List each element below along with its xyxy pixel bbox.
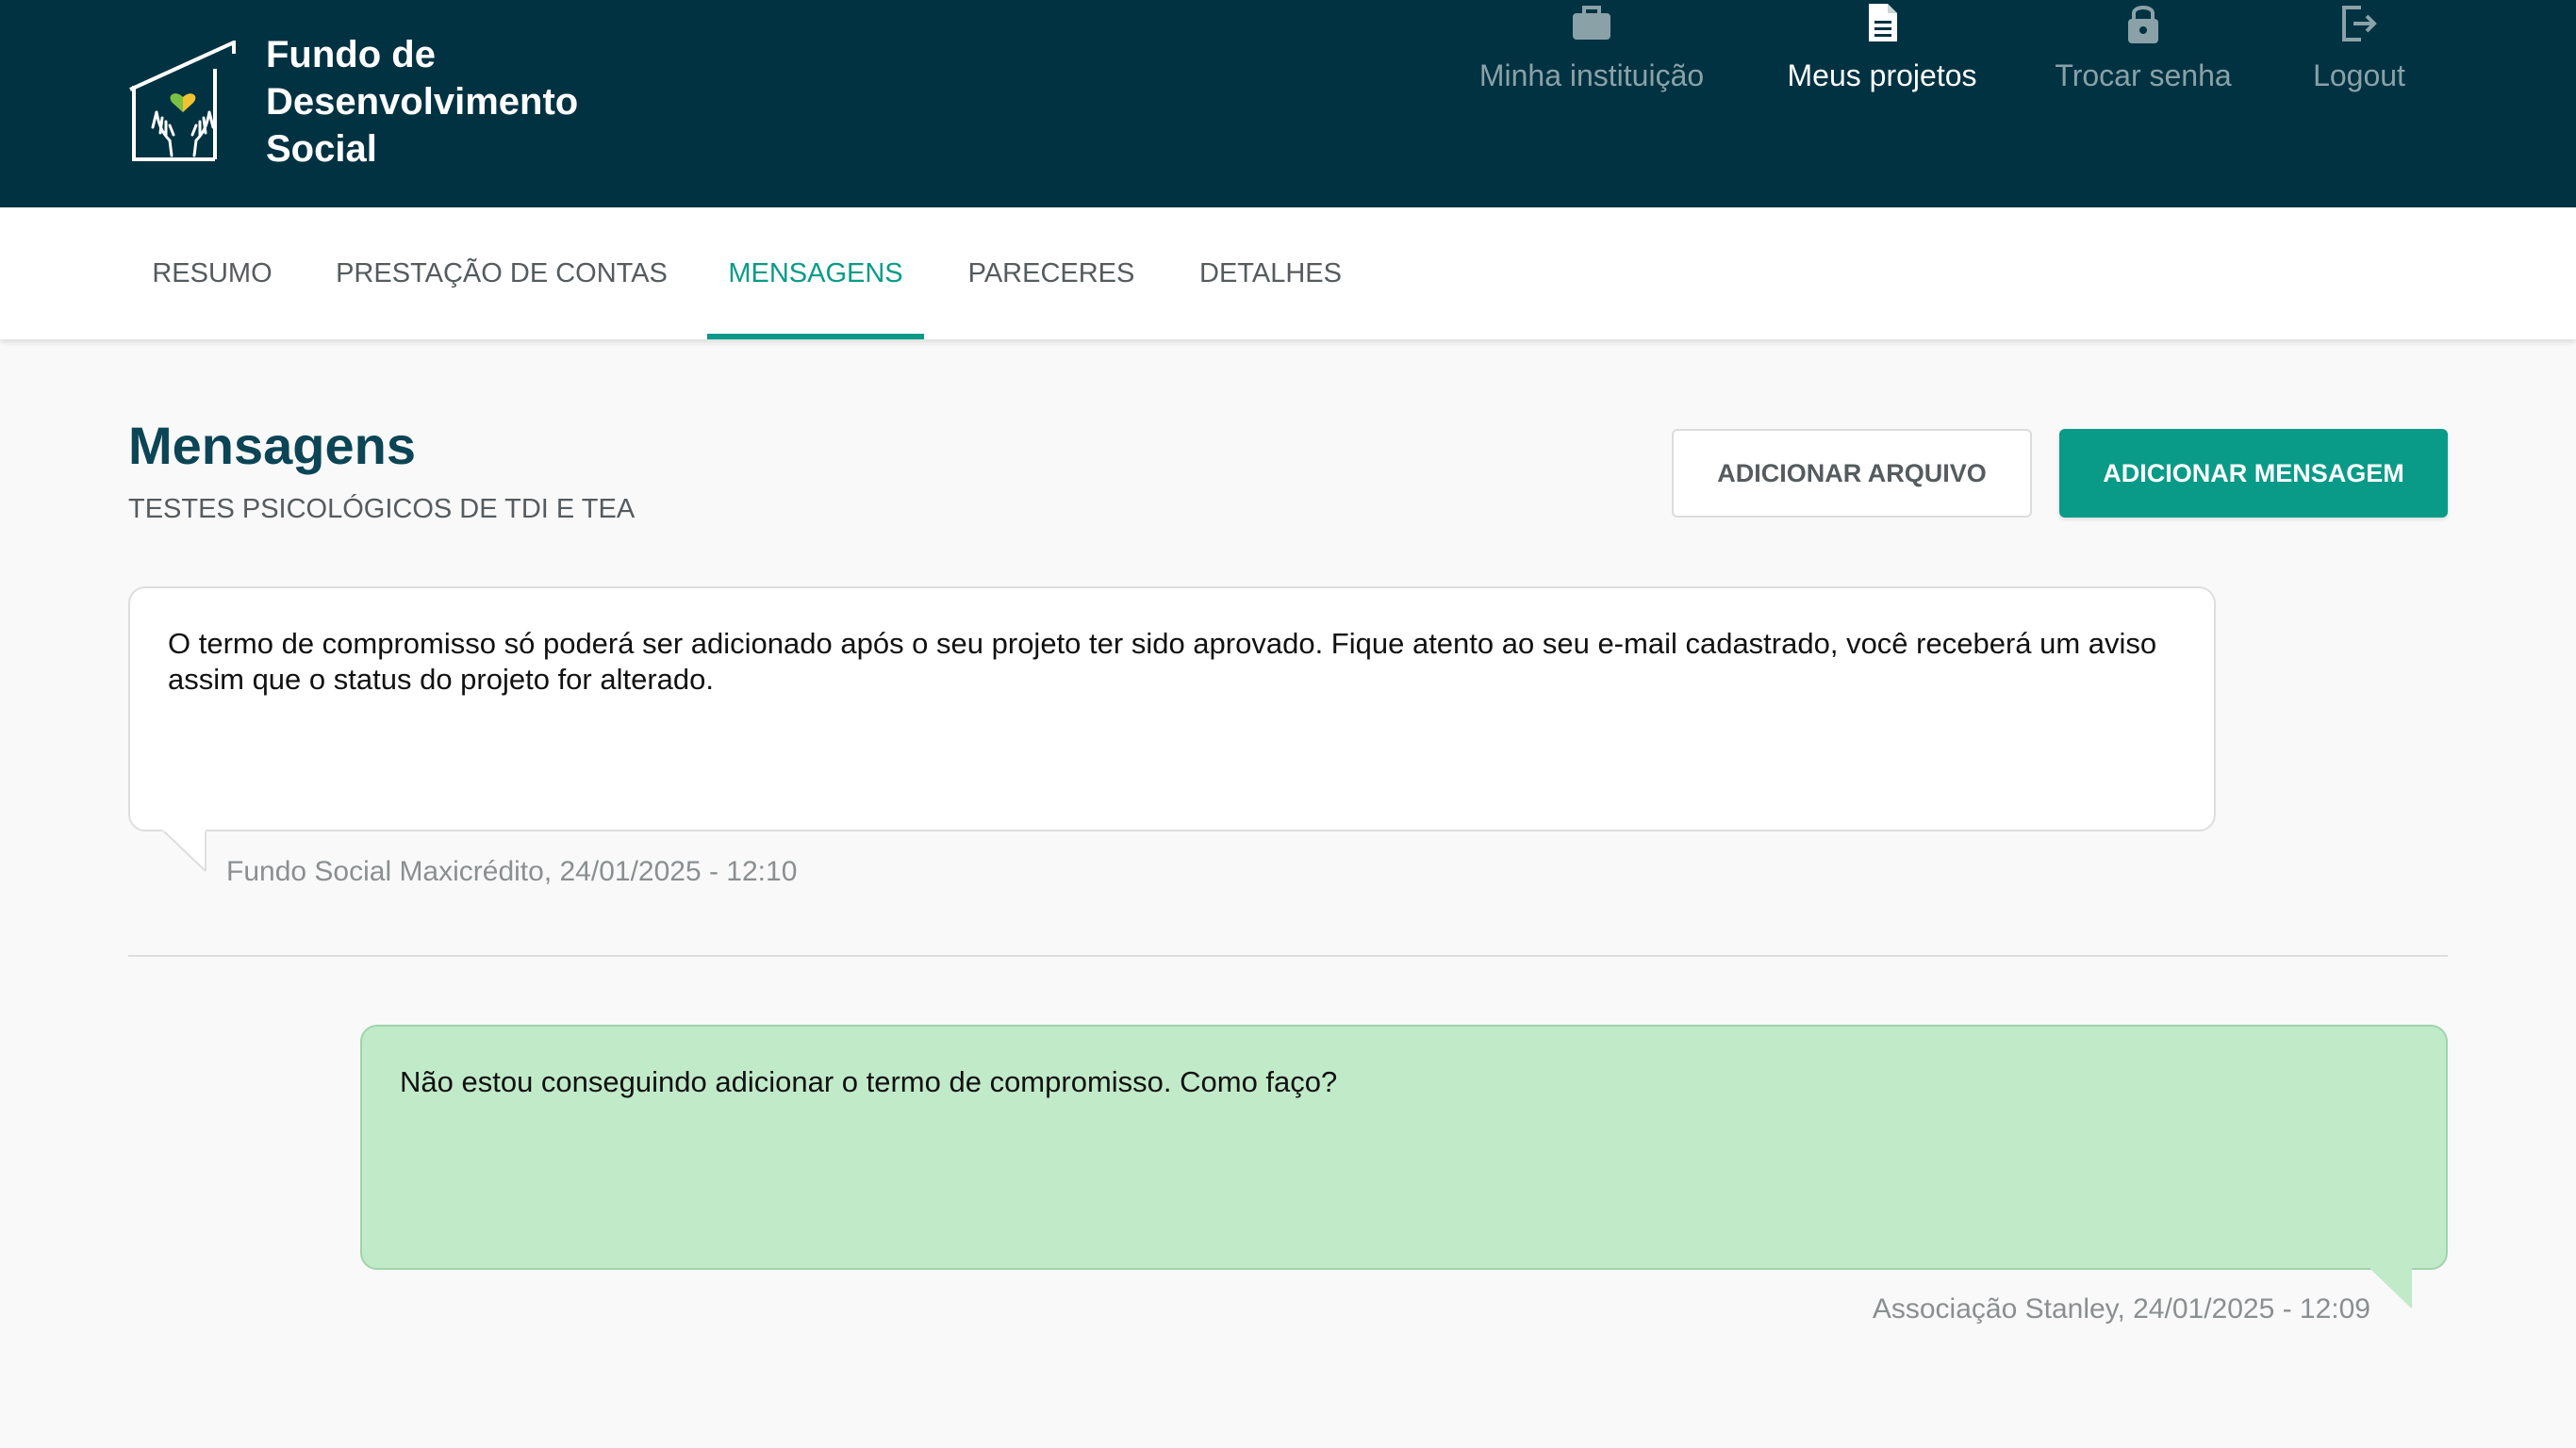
- message-bubble-sent: Não estou conseguindo adicionar o termo …: [360, 1025, 2448, 1270]
- document-icon: [1869, 4, 1897, 41]
- briefcase-icon: [1573, 6, 1610, 40]
- nav-label: Minha instituição: [1478, 58, 1705, 92]
- message-text: Não estou conseguindo adicionar o termo …: [400, 1065, 1338, 1098]
- logout-icon: [2342, 6, 2377, 41]
- project-tabs: RESUMO PRESTAÇÃO DE CONTAS MENSAGENS PAR…: [0, 207, 2576, 339]
- message-bubble-received: O termo de compromisso só poderá ser adi…: [128, 586, 2216, 831]
- bubble-tail: [2370, 1268, 2413, 1308]
- tab-pareceres[interactable]: PARECERES: [962, 207, 1141, 339]
- tab-detalhes[interactable]: DETALHES: [1188, 207, 1353, 339]
- project-name: TESTES PSICOLÓGICOS DE TDI E TEA: [128, 494, 636, 524]
- house-hands-heart-logo: [129, 41, 236, 161]
- nav-label: Logout: [2313, 58, 2405, 92]
- add-message-button[interactable]: ADICIONAR MENSAGEM: [2059, 429, 2448, 518]
- message-text: O termo de compromisso só poderá ser adi…: [168, 627, 2157, 696]
- brand[interactable]: Fundo de Desenvolvimento Social: [128, 34, 605, 170]
- divider: [128, 955, 2448, 957]
- nav-trocar-senha[interactable]: Trocar senha: [2055, 0, 2232, 123]
- tab-prestacao-de-contas[interactable]: PRESTAÇÃO DE CONTAS: [332, 207, 671, 339]
- top-header: Fundo de Desenvolvimento Social Minha in…: [0, 0, 2576, 207]
- nav-logout[interactable]: Logout: [2303, 0, 2416, 123]
- nav-minha-instituicao[interactable]: Minha instituição: [1477, 0, 1707, 123]
- tab-mensagens[interactable]: MENSAGENS: [707, 207, 924, 339]
- message-meta: Fundo Social Maxicrédito, 24/01/2025 - 1…: [226, 856, 798, 887]
- message-meta: Associação Stanley, 24/01/2025 - 12:09: [1872, 1293, 2370, 1325]
- tab-resumo[interactable]: RESUMO: [132, 207, 292, 339]
- lock-icon: [2128, 6, 2158, 43]
- nav-label: Trocar senha: [2055, 58, 2232, 92]
- nav-label: Meus projetos: [1787, 58, 1977, 92]
- nav-meus-projetos[interactable]: Meus projetos: [1787, 0, 1977, 123]
- brand-name: Fundo de Desenvolvimento Social: [266, 34, 579, 170]
- add-file-button[interactable]: ADICIONAR ARQUIVO: [1672, 429, 2032, 518]
- page-title: Mensagens: [128, 416, 416, 475]
- bubble-tail: [162, 830, 206, 872]
